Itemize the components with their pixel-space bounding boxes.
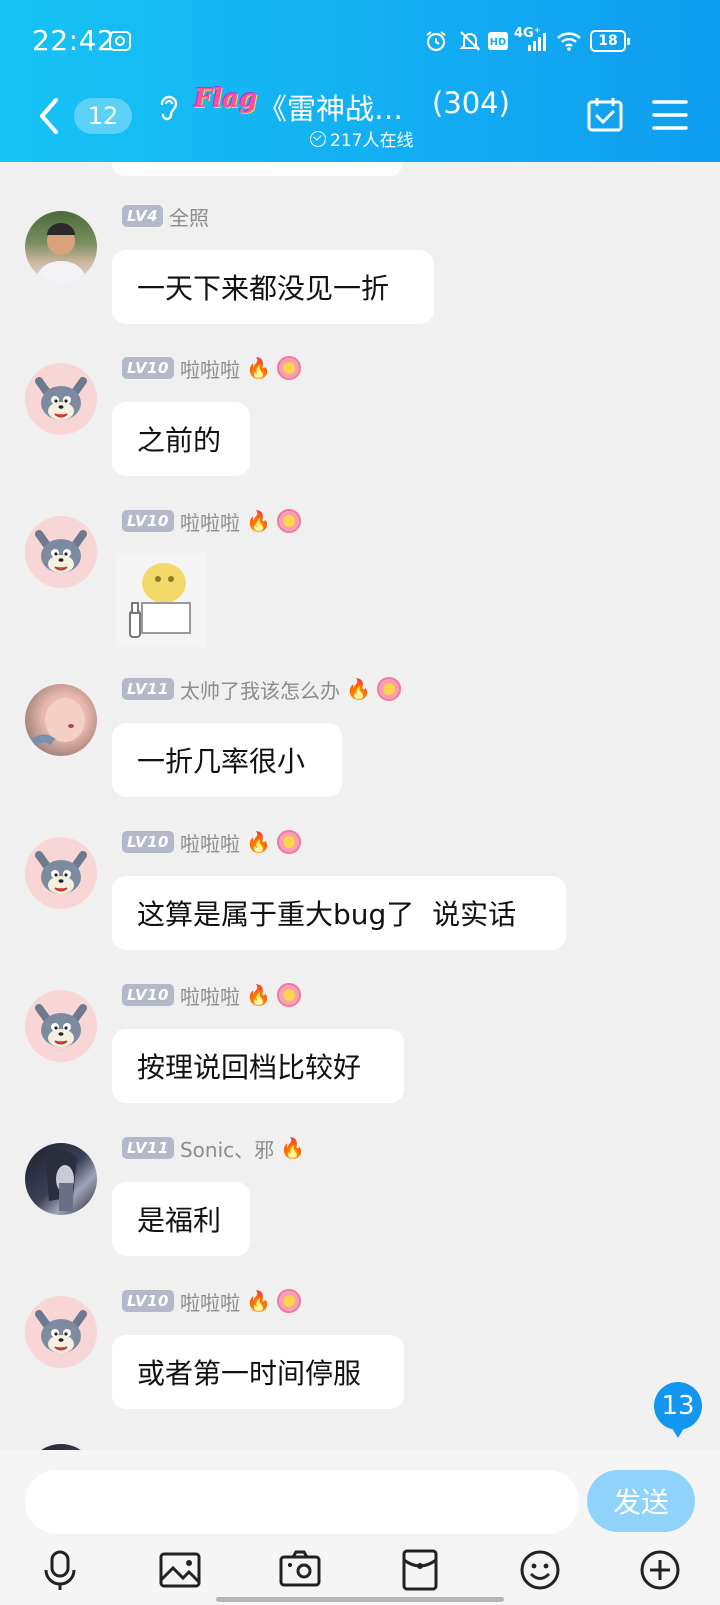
baby-avatar-icon xyxy=(30,698,85,747)
avatar[interactable] xyxy=(25,1143,97,1215)
previous-bubble-fragment xyxy=(112,162,402,176)
menu-button[interactable] xyxy=(652,98,688,132)
wifi-icon xyxy=(557,32,581,51)
sender-name[interactable]: 全照 xyxy=(169,202,209,231)
cat-avatar-icon xyxy=(35,530,87,573)
avatar[interactable] xyxy=(25,837,97,909)
fire-icon: 🔥 xyxy=(245,830,271,854)
earpiece-icon[interactable] xyxy=(156,92,180,122)
online-status[interactable]: 217人在线 xyxy=(310,126,413,151)
fire-icon: 🔥 xyxy=(245,509,271,533)
message-bubble[interactable]: 之前的 xyxy=(112,402,250,476)
avatar[interactable] xyxy=(25,1296,97,1368)
level-badge: LV4 xyxy=(122,205,164,227)
flower-icon xyxy=(376,677,401,701)
chat-title[interactable]: 《雷神战… xyxy=(258,86,403,128)
character-avatar-icon xyxy=(45,1149,77,1211)
calendar-check-button[interactable] xyxy=(586,96,624,134)
flower-icon xyxy=(276,356,301,380)
sender-name[interactable]: Sonic、邪 xyxy=(180,1134,274,1163)
member-count[interactable]: (304) xyxy=(432,86,510,120)
fire-icon: 🔥 xyxy=(280,1136,306,1160)
back-button[interactable] xyxy=(34,96,64,136)
level-badge: LV10 xyxy=(122,510,174,532)
level-badge: LV11 xyxy=(122,1137,174,1159)
fire-icon: 🔥 xyxy=(245,1289,271,1313)
sender-row: LV10 啦啦啦 🔥 xyxy=(122,1287,301,1316)
message-bubble[interactable]: 或者第一时间停服 xyxy=(112,1335,404,1409)
person-avatar-icon xyxy=(35,223,87,283)
nav-bar: 12 Flag 《雷神战… (304) 217人在线 xyxy=(0,82,720,162)
sender-row: LV10 啦啦啦 🔥 xyxy=(122,354,301,383)
sticker-image[interactable] xyxy=(116,553,206,647)
level-badge: LV10 xyxy=(122,984,174,1006)
avatar[interactable] xyxy=(25,684,97,756)
status-bar: 22:42 HD 4G⁺ 18 xyxy=(0,0,720,82)
avatar[interactable] xyxy=(25,211,97,283)
input-bar: 发送 xyxy=(0,1450,720,1605)
sender-row: LV10 啦啦啦 🔥 xyxy=(122,828,301,857)
signal-icon xyxy=(528,33,546,51)
sender-name[interactable]: 啦啦啦 xyxy=(180,1287,240,1316)
sender-name[interactable]: 太帅了我该怎么办 xyxy=(180,675,340,704)
avatar[interactable] xyxy=(25,516,97,588)
hd-icon: HD xyxy=(488,32,508,50)
mic-icon[interactable] xyxy=(38,1548,82,1592)
fire-icon: 🔥 xyxy=(245,356,271,380)
message-input[interactable] xyxy=(25,1470,579,1534)
cat-avatar-icon xyxy=(35,1004,87,1047)
image-icon[interactable] xyxy=(158,1548,202,1592)
sender-name[interactable]: 啦啦啦 xyxy=(180,981,240,1010)
flag-logo: Flag xyxy=(194,84,258,114)
message-list[interactable]: LV4 全照 一天下来都没见一折 LV10 啦啦啦 🔥 之前的 LV10 啦啦啦… xyxy=(0,162,720,1450)
message-bubble[interactable]: 是福利 xyxy=(112,1182,250,1256)
red-packet-icon[interactable] xyxy=(398,1548,442,1592)
svg-text:HD: HD xyxy=(490,37,507,48)
online-check-icon xyxy=(310,130,326,147)
camera-icon[interactable] xyxy=(278,1548,322,1592)
send-button[interactable]: 发送 xyxy=(587,1470,695,1532)
flower-icon xyxy=(276,509,301,533)
sender-name[interactable]: 啦啦啦 xyxy=(180,507,240,536)
chat-header: 22:42 HD 4G⁺ 18 12 Flag 《雷神战… (304) 217人… xyxy=(0,0,720,162)
emoji-icon[interactable] xyxy=(518,1548,562,1592)
level-badge: LV10 xyxy=(122,831,174,853)
new-message-count-badge[interactable]: 13 xyxy=(654,1382,702,1438)
battery-icon: 18 xyxy=(590,30,630,52)
cat-avatar-icon xyxy=(35,1310,87,1353)
sender-row: LV10 啦啦啦 🔥 xyxy=(122,981,301,1010)
flower-icon xyxy=(276,830,301,854)
flower-icon xyxy=(276,1289,301,1313)
flower-icon xyxy=(276,983,301,1007)
fire-icon: 🔥 xyxy=(345,677,371,701)
message-bubble[interactable]: 一天下来都没见一折 xyxy=(112,250,434,324)
unread-count-badge[interactable]: 12 xyxy=(74,98,132,134)
plus-icon[interactable] xyxy=(638,1548,682,1592)
level-badge: LV11 xyxy=(122,678,174,700)
notification-app-icon xyxy=(109,31,131,51)
sender-row: LV11 太帅了我该怎么办 🔥 xyxy=(122,675,401,704)
fire-icon: 🔥 xyxy=(245,983,271,1007)
sender-name[interactable]: 啦啦啦 xyxy=(180,354,240,383)
avatar[interactable] xyxy=(25,990,97,1062)
message-bubble[interactable]: 一折几率很小 xyxy=(112,723,342,797)
sender-row: LV11 Sonic、邪 🔥 xyxy=(122,1134,306,1163)
sender-name[interactable]: 啦啦啦 xyxy=(180,828,240,857)
battery-level: 18 xyxy=(598,33,618,49)
alarm-icon xyxy=(426,31,446,52)
sender-row: LV10 啦啦啦 🔥 xyxy=(122,507,301,536)
sender-row: LV4 全照 xyxy=(122,202,209,231)
cat-avatar-icon xyxy=(35,851,87,894)
message-bubble[interactable]: 按理说回档比较好 xyxy=(112,1029,404,1103)
cat-avatar-icon xyxy=(35,377,87,420)
message-bubble[interactable]: 这算是属于重大bug了 说实话 xyxy=(112,876,566,950)
online-count: 217人在线 xyxy=(330,131,414,151)
clock: 22:42 xyxy=(32,24,116,57)
home-indicator[interactable] xyxy=(216,1597,504,1602)
avatar[interactable] xyxy=(25,363,97,435)
level-badge: LV10 xyxy=(122,357,174,379)
level-badge: LV10 xyxy=(122,1290,174,1312)
mute-bell-icon xyxy=(459,31,481,51)
